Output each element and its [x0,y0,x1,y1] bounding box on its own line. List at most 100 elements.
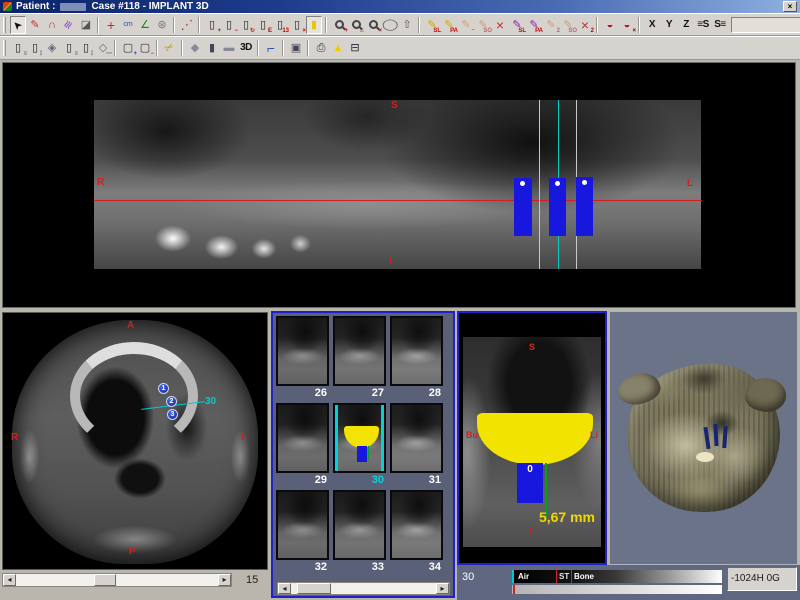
slice-first-button[interactable]: ≡S [695,16,711,34]
erase-slice-button[interactable]: ✎~ [458,16,474,34]
axis-y-button[interactable]: Y [661,16,677,34]
scroll-right-button[interactable]: ▸ [218,574,231,586]
cross-section-panel[interactable]: S Bu Li I 0 5,67 mm [457,311,607,565]
threed-view-panel[interactable] [609,311,798,565]
implant-add-button[interactable]: ▯+ [204,16,220,34]
implant-delete-button[interactable]: ▯× [289,16,305,34]
slice-cell-28[interactable]: 28 [390,316,443,401]
opacity-scale-bar[interactable] [512,585,722,594]
waxup-delete-button[interactable]: ◒× [619,16,635,34]
erase-slice-2-button[interactable]: ✎2 [543,16,559,34]
print-button[interactable]: ⎙ [313,39,329,57]
slice-grid-panel[interactable]: 262728 293031 323334 ◂ ▸ [271,311,455,598]
slice-cell-26[interactable]: 26 [276,316,329,401]
erase-so-2-button[interactable]: ✎SO [560,16,576,34]
grid-scrollbar[interactable]: ◂ ▸ [277,582,450,595]
implant-active-button[interactable]: ▮ [306,16,322,34]
implant-cross-section[interactable]: 0 [517,463,543,503]
remove-image-button[interactable]: ▢− [137,39,153,57]
implant-rotate-button[interactable]: ▯↻ [238,16,254,34]
slice-cell-29[interactable]: 29 [276,403,329,488]
pano-view-button[interactable]: ▬ [221,39,237,57]
scrollbar-track[interactable] [16,574,218,586]
warning-button[interactable]: ▲ [330,39,346,57]
scrollbar-thumb[interactable] [297,583,331,594]
density-tick-bone[interactable] [571,570,572,583]
implant-number-button[interactable]: ▯13 [272,16,288,34]
slice-cell-33[interactable]: 33 [333,490,386,575]
crosshair-tool-button[interactable]: + [103,16,119,34]
title-bar[interactable]: Patient : Case #118 - IMPLANT 3D × [0,0,800,13]
implant-point-2[interactable]: 2 [166,396,177,407]
axial-view-panel[interactable]: A R L P 1 2 3 30 [2,312,268,570]
pano-ruler-button[interactable]: ⌐ [263,39,279,57]
implant-2-pano[interactable] [549,178,566,236]
nerve-tool-button[interactable]: ≋ [61,16,77,34]
zoom-in-button[interactable]: + [331,16,347,34]
oblique-ruler-button[interactable]: ⋰ [179,16,195,34]
angle-tool-button[interactable]: ∠ [137,16,153,34]
scrollbar-track[interactable] [291,583,436,594]
pano-slice-line-left[interactable] [539,100,540,269]
implant-1-pano[interactable] [514,178,532,236]
slice-cell-31[interactable]: 31 [390,403,443,488]
draw-slice-button[interactable]: ✎SL [424,16,440,34]
density-scale-bar[interactable]: Air ST Bone [512,570,722,583]
caliper-button[interactable]: ✂ [162,39,178,57]
axis-x-button[interactable]: X [644,16,660,34]
ellipse-tool-button[interactable]: ◯ [382,16,398,34]
axial-dots-button[interactable]: ◈ [44,39,60,57]
slice-cell-32[interactable]: 32 [276,490,329,575]
panoramic-view-panel[interactable]: R S I L [2,62,796,308]
delete-drawing-2-button[interactable]: ×2 [577,16,593,34]
volume-box-button[interactable]: ◪ [78,16,94,34]
select-tool-button[interactable]: ➤ [10,16,26,34]
measure-cm-button[interactable]: cm [120,16,136,34]
delete-drawing-button[interactable]: × [492,16,508,34]
slice-cell-34[interactable]: 34 [390,490,443,575]
save-button[interactable]: ⊟ [347,39,363,57]
implant-handle-dot[interactable] [520,181,525,186]
zoom-off-button[interactable]: × [365,16,381,34]
implant-remove-button[interactable]: ▯− [221,16,237,34]
draw-pano-button[interactable]: ✎PA [441,16,457,34]
implant-marks-left-button[interactable]: ▯⋮ [27,39,43,57]
density-tick-cyan[interactable] [512,570,514,583]
scrollbar-thumb[interactable] [94,574,116,586]
draw-curve-button[interactable]: ✎ [27,16,43,34]
scroll-left-button[interactable]: ◂ [3,574,16,586]
slice-last-button[interactable]: S≡ [712,16,728,34]
implant-lines-right-button[interactable]: ▯≡ [61,39,77,57]
layout-button[interactable]: ▣ [288,39,304,57]
implant-edit-button[interactable]: ▯E [255,16,271,34]
opacity-tick[interactable] [513,585,515,594]
density-tick-st[interactable] [556,570,557,583]
draw-slice-2-button[interactable]: ✎SL [509,16,525,34]
implant-marks-right-button[interactable]: ▯⋮ [78,39,94,57]
close-button[interactable]: × [783,1,797,12]
sphere-tool-button[interactable]: ⊛ [154,16,170,34]
pano-occlusal-line[interactable] [94,200,702,201]
erase-so-button[interactable]: ✎SO [475,16,491,34]
implant-handle-dot[interactable] [555,181,560,186]
implant-3-pano[interactable] [576,177,593,236]
axial-dashes-button[interactable]: ◇⋯ [95,39,111,57]
arrow-annotation-button[interactable]: ⇧ [399,16,415,34]
cross-view-button[interactable]: ▮ [204,39,220,57]
slice-cell-30[interactable]: 30 [333,403,386,488]
waxup-button[interactable]: ◒ [602,16,618,34]
draw-pano-2-button[interactable]: ✎PA [526,16,542,34]
axial-scrollbar[interactable]: ◂ ▸ [2,573,232,587]
implant-point-1[interactable]: 1 [158,383,169,394]
implant-handle-dot[interactable] [582,180,587,185]
axial-view-button[interactable]: ◆ [187,39,203,57]
axis-z-button[interactable]: Z [678,16,694,34]
slice-cell-27[interactable]: 27 [333,316,386,401]
add-image-button[interactable]: ▢+ [120,39,136,57]
implant-lines-left-button[interactable]: ▯≡ [10,39,26,57]
implant-point-3[interactable]: 3 [167,409,178,420]
view-3d-button[interactable]: 3D [238,39,254,57]
scroll-left-button[interactable]: ◂ [278,583,291,594]
zoom-drag-button[interactable]: ↔ [348,16,364,34]
scroll-right-button[interactable]: ▸ [436,583,449,594]
